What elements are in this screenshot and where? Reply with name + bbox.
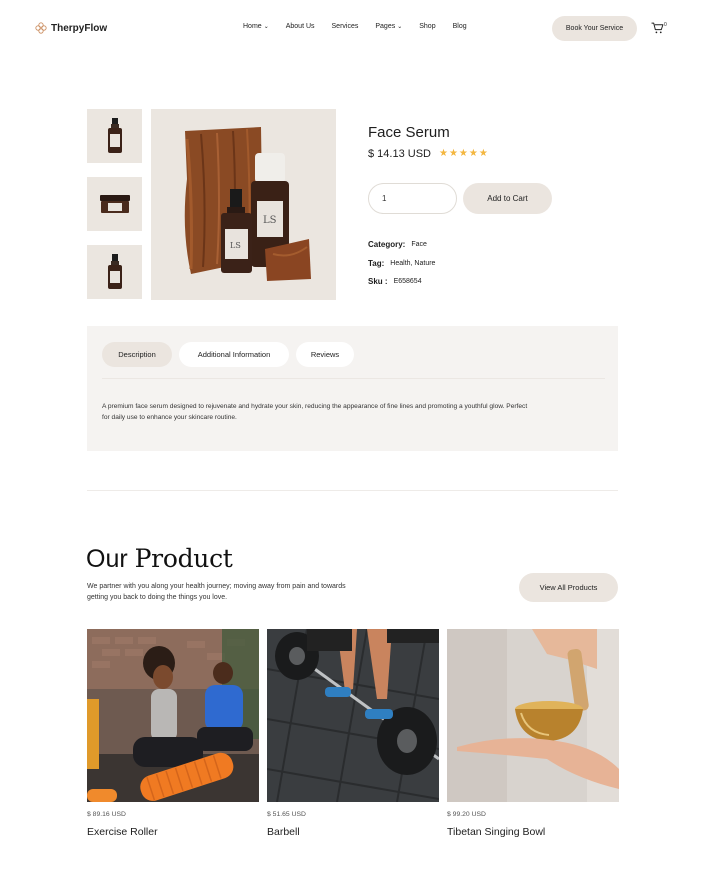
barbell-image[interactable] bbox=[267, 629, 439, 802]
nav-home[interactable]: Home ⌄ bbox=[243, 23, 269, 30]
svg-text:LS: LS bbox=[263, 215, 277, 226]
section-title-bold: Our bbox=[86, 545, 128, 573]
serum-bottle-image bbox=[107, 254, 122, 289]
product-sku: Sku : E658654 bbox=[368, 277, 422, 286]
cart-icon bbox=[651, 22, 664, 34]
product-category: Category: Face bbox=[368, 240, 427, 249]
section-divider bbox=[87, 490, 618, 491]
product-card-barbell[interactable]: $ 51.65 USD Barbell bbox=[267, 629, 439, 838]
tab-reviews[interactable]: Reviews bbox=[296, 342, 354, 367]
tag-value[interactable]: Health, Nature bbox=[390, 259, 435, 268]
tag-label: Tag: bbox=[368, 259, 385, 268]
category-value[interactable]: Face bbox=[411, 240, 427, 249]
product-card-exercise-roller[interactable]: $ 89.16 USD Exercise Roller bbox=[87, 629, 259, 838]
tab-description[interactable]: Description bbox=[102, 342, 172, 367]
tabs-divider bbox=[102, 378, 605, 379]
product-card-tibetan-singing-bowl[interactable]: $ 99.20 USD Tibetan Singing Bowl bbox=[447, 629, 619, 838]
nav-about-us[interactable]: About Us bbox=[286, 23, 315, 30]
svg-text:LS: LS bbox=[230, 241, 241, 250]
cart-count: 0 bbox=[664, 22, 667, 28]
thumbnail-cream-jar[interactable] bbox=[87, 177, 142, 231]
chevron-down-icon: ⌄ bbox=[397, 24, 403, 30]
thumbnail-serum-bottle-2[interactable] bbox=[87, 245, 142, 299]
description-text: A premium face serum designed to rejuven… bbox=[102, 403, 528, 421]
product-main-image: LS LS bbox=[151, 109, 336, 300]
cart-button[interactable]: 0 bbox=[651, 22, 667, 34]
card-price: $ 99.20 USD bbox=[447, 811, 486, 818]
section-subtitle: We partner with you along your health jo… bbox=[87, 583, 346, 601]
rating-stars: ★★★★★ bbox=[439, 148, 489, 159]
product-price: $ 14.13 USD bbox=[368, 148, 431, 160]
exercise-roller-image[interactable] bbox=[87, 629, 259, 802]
card-price: $ 89.16 USD bbox=[87, 811, 126, 818]
card-name[interactable]: Exercise Roller bbox=[87, 826, 158, 838]
card-price: $ 51.65 USD bbox=[267, 811, 306, 818]
tab-additional-information[interactable]: Additional Information bbox=[179, 342, 289, 367]
quantity-input[interactable]: 1 bbox=[368, 183, 457, 214]
site-header: TherpyFlow Home ⌄ About Us Services Page… bbox=[0, 0, 703, 58]
brand-name: TherpyFlow bbox=[51, 22, 108, 34]
flower-logo-icon bbox=[35, 22, 47, 34]
section-title-serif: Product bbox=[134, 544, 233, 573]
product-tag: Tag: Health, Nature bbox=[368, 259, 435, 268]
view-all-products-button[interactable]: View All Products bbox=[519, 573, 618, 602]
nav-pages[interactable]: Pages ⌄ bbox=[375, 23, 402, 30]
nav-services[interactable]: Services bbox=[332, 23, 359, 30]
section-title: Our Product bbox=[86, 544, 233, 574]
thumbnail-serum-bottle[interactable] bbox=[87, 109, 142, 163]
main-nav: Home ⌄ About Us Services Pages ⌄ Shop Bl… bbox=[243, 23, 484, 30]
nav-shop[interactable]: Shop bbox=[419, 23, 435, 30]
product-tabs-panel: Description Additional Information Revie… bbox=[87, 326, 618, 451]
nav-blog[interactable]: Blog bbox=[453, 23, 467, 30]
add-to-cart-button[interactable]: Add to Cart bbox=[463, 183, 552, 214]
category-label: Category: bbox=[368, 240, 406, 249]
chevron-down-icon: ⌄ bbox=[263, 24, 269, 30]
book-service-button[interactable]: Book Your Service bbox=[552, 16, 637, 41]
card-name[interactable]: Tibetan Singing Bowl bbox=[447, 826, 545, 838]
cream-jar-image bbox=[99, 195, 130, 213]
sku-label: Sku : bbox=[368, 277, 388, 286]
brand-logo[interactable]: TherpyFlow bbox=[35, 22, 107, 34]
product-title: Face Serum bbox=[368, 124, 450, 141]
card-name[interactable]: Barbell bbox=[267, 826, 300, 838]
singing-bowl-image[interactable] bbox=[447, 629, 619, 802]
quantity-value: 1 bbox=[382, 194, 387, 203]
serum-bottle-image bbox=[107, 118, 122, 153]
sku-value: E658654 bbox=[393, 278, 422, 285]
